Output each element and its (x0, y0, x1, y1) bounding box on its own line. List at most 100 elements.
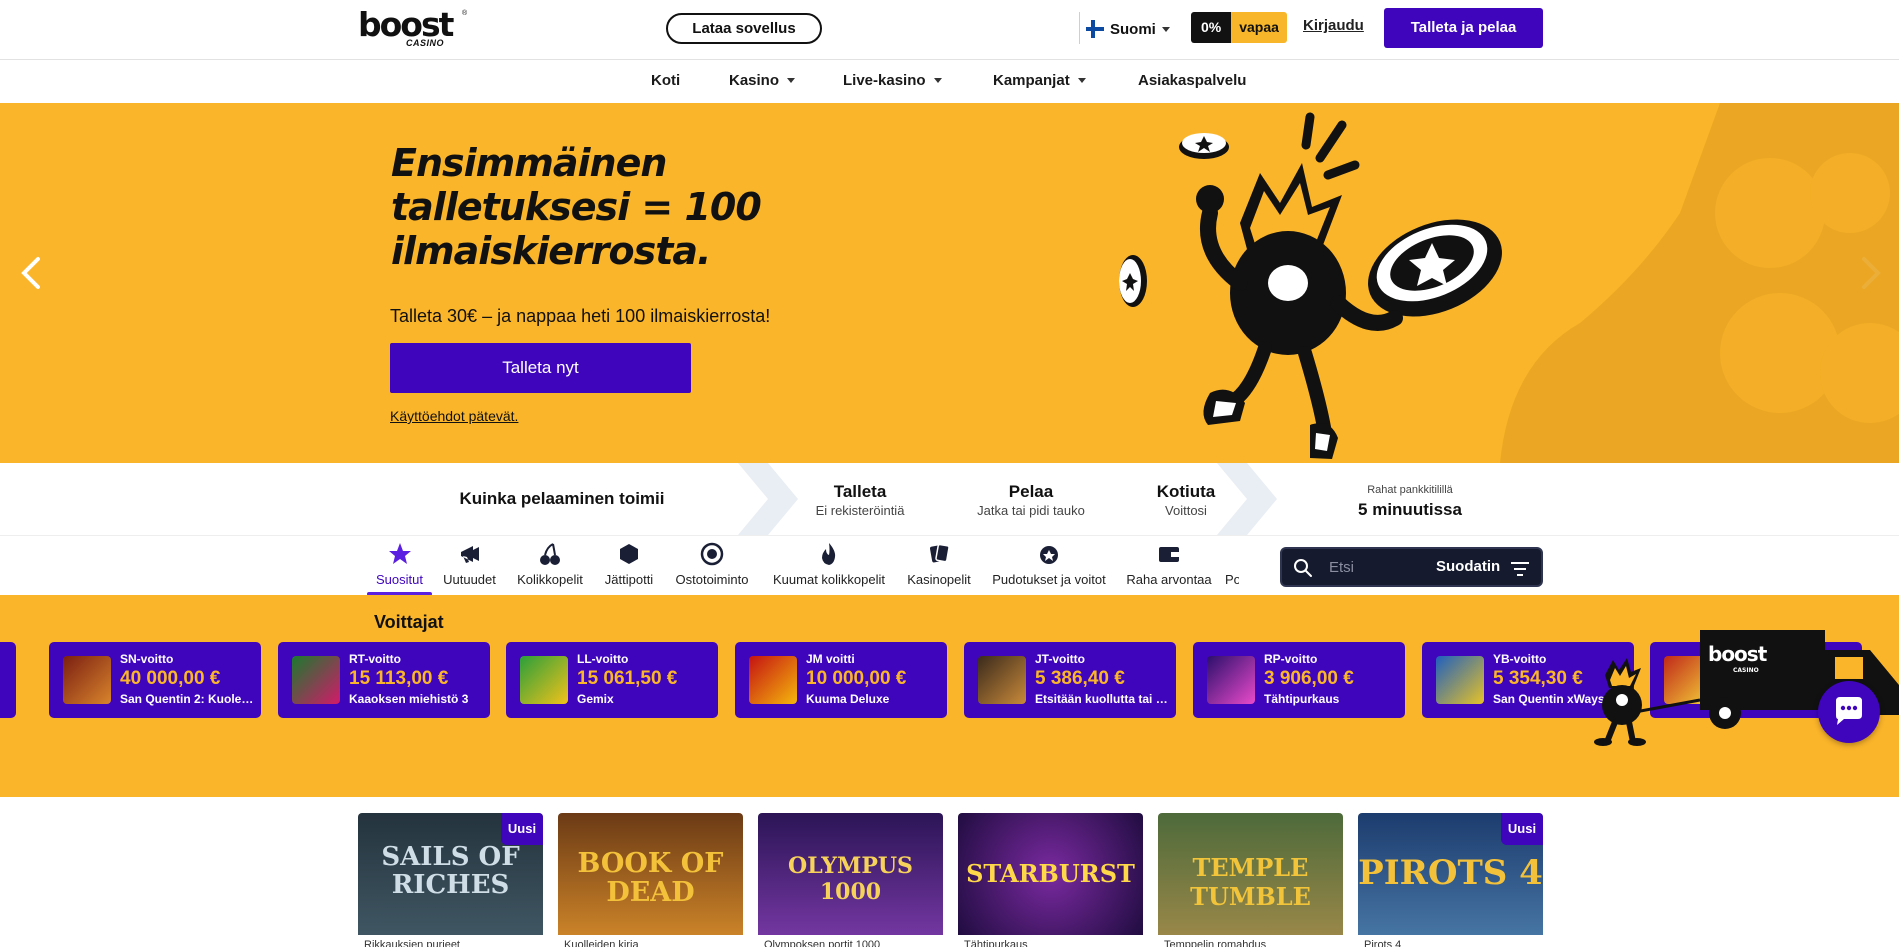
svg-text:boost: boost (1708, 642, 1768, 666)
tab-label: Pudotukset ja voitot (992, 572, 1106, 587)
cherries-icon (540, 543, 560, 565)
game-tile[interactable]: BOOK OF DEAD Kuolleiden kirja (558, 813, 743, 947)
game-thumbnail (520, 656, 568, 704)
wallet-icon (1159, 547, 1179, 562)
chat-bubble-icon (1836, 697, 1862, 725)
game-thumbnail (63, 656, 111, 704)
tab-icon (1225, 541, 1239, 567)
game-tile[interactable]: OLYMPUS 1000 Olympoksen portit 1000 (758, 813, 943, 947)
winner-card[interactable]: RT-voitto 15 113,00 € Kaaoksen miehistö … (278, 642, 490, 718)
winner-label: SN-voitto (120, 652, 174, 666)
nav-item-home[interactable]: Koti (651, 72, 680, 89)
game-tile[interactable]: SAILS OF RICHES Uusi Rikkauksien purjeet (358, 813, 543, 947)
winner-game: Tähtipurkaus (1264, 692, 1340, 706)
finnish-flag-icon (1086, 20, 1104, 38)
game-tile[interactable]: STARBURST Tähtipurkaus (958, 813, 1143, 947)
winner-amount: 3 906,00 € (1264, 668, 1354, 689)
winner-game: Gemix (577, 692, 614, 706)
payout-value: 5 minuutissa (1358, 500, 1462, 519)
game-caption: Kuolleiden kirja (558, 935, 743, 947)
game-tile[interactable]: TEMPLE TUMBLE Temppelin romahdus (1158, 813, 1343, 947)
winner-card[interactable] (0, 642, 16, 718)
how-it-works-title: Kuinka pelaaminen toimii (459, 489, 665, 508)
winner-label: JM voitti (806, 652, 855, 666)
logo-subtitle: CASINO (406, 38, 445, 48)
chevron-right-icon (738, 463, 798, 535)
star-icon (388, 543, 411, 564)
winner-label: RP-voitto (1264, 652, 1318, 666)
game-thumbnail (292, 656, 340, 704)
winner-card[interactable]: JM voitti 10 000,00 € Kuuma Deluxe (735, 642, 947, 718)
winner-card[interactable]: JT-voitto 5 386,40 € Etsitään kuollutta … (964, 642, 1176, 718)
tab-hot-slots[interactable]: Kuumat kolikkopelit (765, 541, 893, 591)
boost-casino-logo[interactable]: boost ® CASINO (358, 8, 468, 50)
terms-link[interactable]: Käyttöehdot pätevät. (390, 408, 518, 424)
tab-cash-draws[interactable]: Raha arvontaa (1123, 541, 1215, 591)
deposit-and-play-button[interactable]: Talleta ja pelaa (1384, 8, 1543, 48)
chevron-down-icon (933, 78, 942, 83)
tab-label: Raha arvontaa (1126, 572, 1212, 587)
game-artwork: TEMPLE TUMBLE (1190, 853, 1311, 911)
how-it-works-strip: Kuinka pelaaminen toimii Talleta Ei reki… (0, 463, 1899, 535)
download-app-button[interactable]: Lataa sovellus (666, 13, 822, 44)
step-title: Talleta (833, 482, 887, 501)
payout-label: Rahat pankkitilillä (1367, 484, 1453, 496)
winner-game: San Quentin 2: Kuolemanrangaistus (120, 692, 255, 706)
login-link[interactable]: Kirjaudu (1303, 17, 1364, 34)
winner-card[interactable]: SN-voitto 40 000,00 € San Quentin 2: Kuo… (49, 642, 261, 718)
game-caption: Olympoksen portit 1000 (758, 935, 943, 947)
tab-label: Kolikkopelit (517, 572, 583, 587)
game-caption: Pirots 4 (1358, 935, 1543, 947)
flame-icon (822, 543, 836, 565)
tab-slots[interactable]: Kolikkopelit (512, 541, 588, 591)
deposit-now-button[interactable]: Talleta nyt (390, 343, 691, 393)
filter-button[interactable]: Suodatin (1436, 558, 1500, 575)
game-tile[interactable]: PIROTS 4 Uusi Pirots 4 (1358, 813, 1543, 947)
winner-label: LL-voitto (577, 652, 629, 666)
hero-title: Ensimmäinen talletuksesi = 100 ilmaiskie… (391, 141, 762, 273)
tab-label: Ostotoiminto (675, 572, 749, 587)
nav-item-casino[interactable]: Kasino (729, 72, 796, 89)
tab-label: Jättipotti (604, 572, 654, 587)
tab-bonus-buy[interactable]: Ostotoiminto (670, 541, 754, 591)
chat-button[interactable] (1818, 681, 1880, 743)
tab-new[interactable]: Uutuudet (437, 541, 502, 591)
step-subtitle: Ei rekisteröintiä (815, 503, 905, 518)
winner-card[interactable]: LL-voitto 15 061,50 € Gemix (506, 642, 718, 718)
hero-mascot-illustration (1119, 103, 1899, 463)
nav-item-label: Asiakaspalvelu (1138, 72, 1247, 89)
chevron-down-icon (1077, 78, 1086, 83)
nav-item-promotions[interactable]: Kampanjat (993, 72, 1086, 89)
tab-jackpot[interactable]: Jättipotti (596, 541, 662, 591)
game-artwork: PIROTS 4 (1358, 853, 1543, 893)
nav-item-live-casino[interactable]: Live-kasino (843, 72, 942, 89)
game-search-box[interactable]: Etsi Suodatin (1280, 547, 1543, 587)
filter-icon[interactable] (1510, 561, 1530, 577)
game-thumbnail (1207, 656, 1255, 704)
chevron-left-icon[interactable] (18, 253, 44, 293)
chevron-right-icon (1217, 463, 1277, 535)
winner-amount: 5 386,40 € (1035, 668, 1125, 689)
language-selector[interactable]: Suomi (1086, 16, 1170, 42)
megaphone-icon (460, 546, 479, 563)
tab-label: Po (1225, 572, 1239, 587)
game-thumbnail (978, 656, 1026, 704)
search-input[interactable]: Etsi (1329, 559, 1354, 576)
winner-label: YB-voitto (1493, 652, 1547, 666)
game-thumbnail (1436, 656, 1484, 704)
nav-item-customer-service[interactable]: Asiakaspalvelu (1138, 72, 1246, 89)
tab-popular[interactable]: Suositut (367, 541, 432, 591)
search-icon (1294, 559, 1312, 577)
winner-game: Kaaoksen miehistö 3 (349, 692, 469, 706)
tab-label: Suositut (376, 572, 423, 587)
bonus-buy-icon (700, 542, 724, 566)
winner-card[interactable]: RP-voitto 3 906,00 € Tähtipurkaus (1193, 642, 1405, 718)
winners-section: Voittajat SN-voitto 40 000,00 € San Quen… (0, 595, 1899, 797)
tab-drops-and-wins[interactable]: Pudotukset ja voitot (986, 541, 1112, 591)
winner-amount: 40 000,00 € (120, 668, 221, 689)
game-thumbnail (749, 656, 797, 704)
tab-casino-games[interactable]: Kasinopelit (902, 541, 976, 591)
hero-banner: Ensimmäinen talletuksesi = 100 ilmaiskie… (0, 103, 1899, 463)
tab-truncated[interactable]: Po (1225, 541, 1239, 591)
chevron-down-icon (1161, 26, 1170, 32)
